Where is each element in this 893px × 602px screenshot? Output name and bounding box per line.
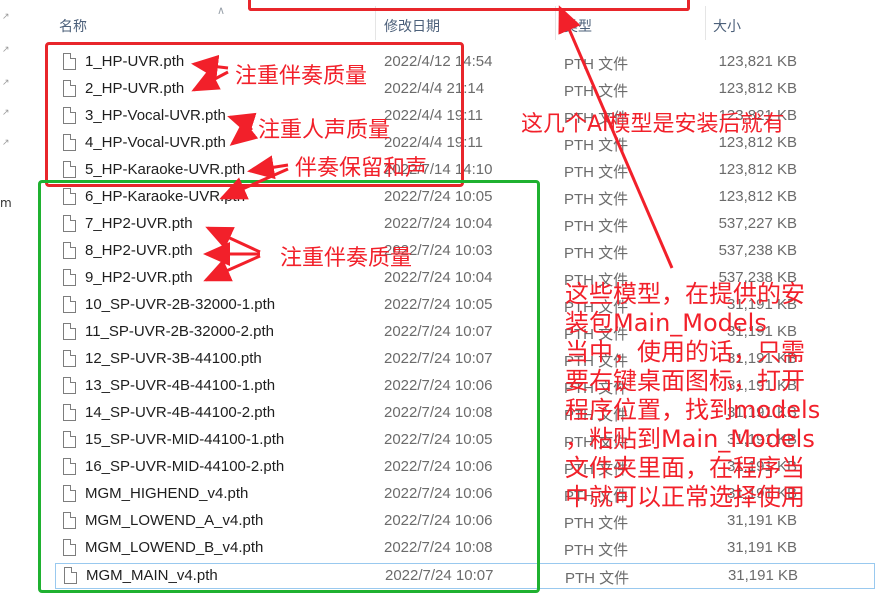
file-size: 31,191 KB (726, 539, 797, 556)
file-size: 123,812 KB (718, 161, 797, 178)
file-size: 31,191 KB (727, 567, 798, 584)
note-line: 文件夹里面，在程序当 (565, 454, 805, 482)
note-line: 这些模型，在提供的安 (565, 280, 805, 308)
column-divider[interactable] (375, 6, 376, 40)
annotation-keep-harmony: 伴奏保留和声 (295, 156, 428, 181)
file-type: PTH 文件 (564, 218, 629, 235)
pin-icon[interactable]: ↗ (2, 138, 10, 148)
column-header-size[interactable]: 大小 (713, 16, 741, 36)
column-header-name[interactable]: 名称 (59, 16, 87, 36)
file-size: 31,191 KB (726, 512, 797, 529)
annotation-preinstalled-models: 这几个AI模型是安装后就有 (521, 112, 785, 137)
file-type: PTH 文件 (564, 83, 629, 100)
note-line: 程序位置，找到models (565, 396, 821, 424)
file-type: PTH 文件 (564, 245, 629, 262)
file-type: PTH 文件 (565, 570, 630, 587)
note-line: 当中，使用的话，只需 (565, 338, 805, 366)
column-header-date-modified[interactable]: 修改日期 (384, 16, 440, 36)
file-size: 123,812 KB (718, 188, 797, 205)
annotation-accompaniment-quality-2: 注重伴奏质量 (280, 246, 413, 271)
column-divider[interactable] (705, 6, 706, 40)
column-header-type[interactable]: 类型 (564, 16, 592, 36)
file-type: PTH 文件 (564, 515, 629, 532)
annotation-box-top (248, 0, 690, 11)
column-divider[interactable] (555, 6, 556, 40)
file-size: 537,238 KB (718, 242, 797, 259)
pin-icon[interactable]: ↗ (2, 12, 10, 22)
file-size: 123,821 KB (718, 53, 797, 70)
file-type: PTH 文件 (564, 56, 629, 73)
note-line: 中就可以正常选择使用 (565, 483, 805, 511)
annotation-accompaniment-quality: 注重伴奏质量 (235, 64, 368, 89)
note-line: 装包Main_Models (565, 309, 767, 337)
pin-icon[interactable]: ↗ (2, 45, 10, 55)
file-type: PTH 文件 (564, 164, 629, 181)
annotation-main-models-instructions: 这些模型，在提供的安 装包Main_Models 当中，使用的话，只需 要右键桌… (565, 280, 835, 512)
file-size: 123,812 KB (718, 80, 797, 97)
pin-icon[interactable]: ↗ (2, 108, 10, 118)
note-line: 要右键桌面图标，打开 (565, 367, 805, 395)
note-line: ，粘贴到Main_Models (565, 425, 815, 453)
file-type: PTH 文件 (564, 191, 629, 208)
navigation-pane-edge: ↗ ↗ ↗ ↗ ↗ m (0, 0, 12, 602)
annotation-vocal-quality: 注重人声质量 (258, 118, 391, 143)
sort-ascending-icon: ∧ (217, 4, 226, 17)
nav-item-partial-label[interactable]: m (0, 196, 12, 210)
pin-icon[interactable]: ↗ (2, 78, 10, 88)
file-type: PTH 文件 (564, 542, 629, 559)
file-size: 537,227 KB (718, 215, 797, 232)
